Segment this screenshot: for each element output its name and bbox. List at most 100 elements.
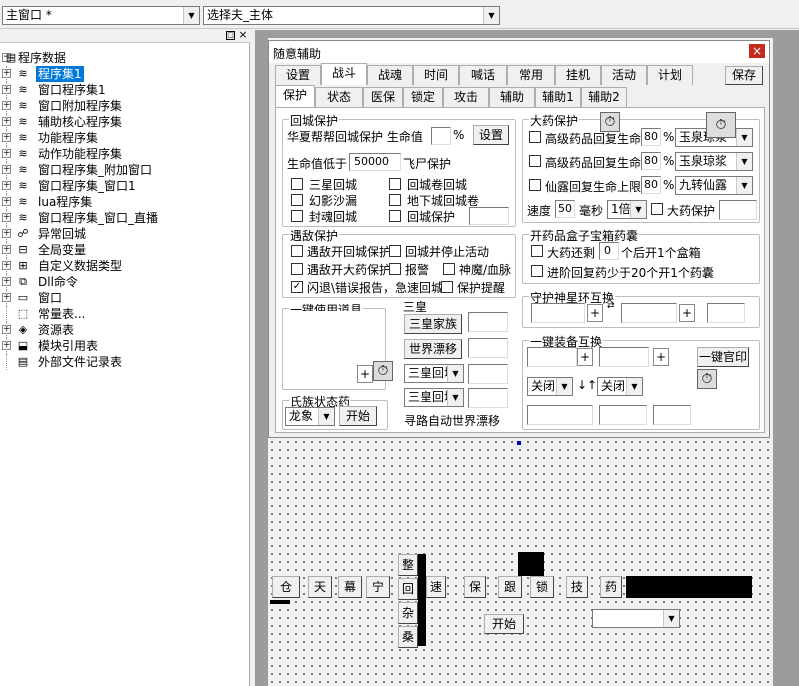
sanhuang-city-select-1[interactable]: 三皇回城 ▼: [404, 364, 464, 383]
city-option-checkbox[interactable]: [291, 178, 303, 190]
tree-item[interactable]: + ≋ 窗口附加程序集: [0, 98, 248, 114]
equip-add-button-1[interactable]: +: [577, 348, 593, 366]
tree-item[interactable]: + ≋ 辅助核心程序集: [0, 114, 248, 130]
equip-input-2[interactable]: [599, 347, 649, 367]
designer-button[interactable]: 锁: [530, 576, 554, 598]
tab2-0[interactable]: 保护: [275, 85, 315, 107]
dialog-close-button[interactable]: ×: [749, 44, 765, 58]
designer-button[interactable]: 保: [464, 576, 486, 598]
med-row-value[interactable]: 80: [641, 128, 661, 146]
tree-item[interactable]: + ≋ 窗口程序集_附加窗口: [0, 162, 248, 178]
designer-button[interactable]: 跟: [498, 576, 522, 598]
equip-input-4[interactable]: [599, 405, 647, 425]
tree-item[interactable]: + ▭ 窗口: [0, 290, 248, 306]
designer-button[interactable]: 速: [426, 576, 446, 598]
timer-icon[interactable]: ⏱: [373, 361, 393, 381]
tree-item[interactable]: + ⧉ Dll命令: [0, 274, 248, 290]
tab-6[interactable]: 挂机: [555, 65, 601, 85]
city-option-checkbox[interactable]: [389, 210, 401, 222]
tree-item[interactable]: + ⊟ 全局变量: [0, 242, 248, 258]
designer-button[interactable]: 仓: [272, 576, 300, 598]
timer-icon[interactable]: ⏱: [706, 112, 736, 138]
advanced-med-checkbox[interactable]: [531, 265, 543, 277]
enemy-option-checkbox[interactable]: [291, 263, 303, 275]
tree-item[interactable]: + ☍ 异常回城: [0, 226, 248, 242]
guardian-add-button-1[interactable]: +: [587, 304, 603, 322]
tab-5[interactable]: 常用: [507, 65, 555, 85]
tree-item[interactable]: + ⊞ 自定义数据类型: [0, 258, 248, 274]
clan-start-button[interactable]: 开始: [339, 406, 377, 426]
sanhuang-family-button[interactable]: 三皇家族: [404, 314, 462, 334]
sanhuang-input-4[interactable]: [468, 388, 508, 408]
med-row-value[interactable]: 80: [641, 176, 661, 194]
city-option-checkbox[interactable]: [291, 210, 303, 222]
tree-item[interactable]: + ≋ 窗口程序集_窗口_直播: [0, 210, 248, 226]
bigmed-remain-checkbox[interactable]: [531, 245, 543, 257]
med-row-checkbox[interactable]: [529, 131, 541, 143]
enemy-option-checkbox[interactable]: [389, 245, 401, 257]
tab2-5[interactable]: 辅助: [489, 87, 535, 107]
designer-select[interactable]: ▼: [592, 609, 680, 628]
med-row-checkbox[interactable]: [529, 179, 541, 191]
add-item-button[interactable]: +: [357, 365, 373, 383]
sanhuang-input-1[interactable]: [468, 312, 508, 332]
guardian-input-1[interactable]: [531, 303, 585, 323]
enemy-option-checkbox[interactable]: [291, 245, 303, 257]
pin-icon[interactable]: □: [226, 31, 235, 40]
timer-icon[interactable]: ⏱: [600, 112, 620, 132]
designer-vertical-button[interactable]: 回: [398, 578, 418, 600]
sanhuang-input-3[interactable]: [468, 364, 508, 384]
designer-vertical-button[interactable]: 桑: [398, 626, 418, 648]
clan-potion-select[interactable]: 龙象 ▼: [285, 407, 335, 426]
enemy-option-checkbox[interactable]: [443, 263, 455, 275]
speed-input[interactable]: 50: [555, 200, 575, 218]
designer-vertical-button[interactable]: 整: [398, 554, 418, 576]
tree-item[interactable]: + ≋ 动作功能程序集: [0, 146, 248, 162]
equip-add-button-2[interactable]: +: [653, 348, 669, 366]
tab-4[interactable]: 喊话: [459, 65, 507, 85]
tab2-4[interactable]: 攻击: [443, 87, 489, 107]
med-item-select[interactable]: 玉泉琼浆 ▼: [675, 152, 753, 171]
big-protect-input[interactable]: [719, 200, 757, 220]
tab2-7[interactable]: 辅助2: [581, 87, 627, 107]
designer-button[interactable]: 技: [566, 576, 588, 598]
designer-button[interactable]: 宁: [366, 576, 390, 598]
guardian-input-3[interactable]: [707, 303, 745, 323]
tab-8[interactable]: 计划: [647, 65, 693, 85]
tab-0[interactable]: 设置: [275, 65, 321, 85]
equip-input-1[interactable]: [527, 347, 577, 367]
set-button[interactable]: 设置: [473, 125, 509, 145]
hp-percent-input[interactable]: [431, 127, 451, 145]
equip-off-select-2[interactable]: 关闭 ▼: [597, 377, 643, 396]
world-drift-button[interactable]: 世界漂移: [404, 339, 462, 359]
big-protect-checkbox[interactable]: [651, 203, 663, 215]
speed-multiplier-select[interactable]: 1倍 ▼: [607, 200, 647, 219]
city-option-checkbox[interactable]: [389, 178, 401, 190]
tab-2[interactable]: 战魂: [367, 65, 413, 85]
timer-icon[interactable]: ⏱: [697, 369, 717, 389]
type-select[interactable]: 选择夫_主体 ▼: [203, 6, 500, 25]
tree-item[interactable]: ⬚ 常量表...: [0, 306, 248, 322]
close-icon[interactable]: ×: [238, 29, 248, 41]
tab-3[interactable]: 时间: [413, 65, 459, 85]
designer-button[interactable]: 天: [308, 576, 332, 598]
tab-7[interactable]: 活动: [601, 65, 647, 85]
sanhuang-input-2[interactable]: [468, 338, 508, 358]
med-item-select[interactable]: 九转仙露 ▼: [675, 176, 753, 195]
equip-input-3[interactable]: [527, 405, 593, 425]
tree-item[interactable]: + ⬓ 模块引用表: [0, 338, 248, 354]
one-click-seal-button[interactable]: 一键官印: [697, 347, 749, 367]
tab2-1[interactable]: 状态: [315, 87, 363, 107]
tree-item[interactable]: ▤ 外部文件记录表: [0, 354, 248, 370]
city-option-checkbox[interactable]: [389, 194, 401, 206]
tab-1[interactable]: 战斗: [321, 63, 367, 85]
designer-vertical-button[interactable]: 杂: [398, 602, 418, 624]
enemy-option-checkbox[interactable]: [389, 263, 401, 275]
resize-handle[interactable]: [517, 441, 521, 445]
tab2-2[interactable]: 医保: [363, 87, 403, 107]
city-option-checkbox[interactable]: [291, 194, 303, 206]
hp-value-input[interactable]: 50000: [349, 153, 401, 171]
tree-item[interactable]: + ≋ 窗口程序集_窗口1: [0, 178, 248, 194]
city-protect-input[interactable]: [469, 207, 509, 225]
tree-item[interactable]: + ≋ 程序集1: [0, 66, 248, 82]
